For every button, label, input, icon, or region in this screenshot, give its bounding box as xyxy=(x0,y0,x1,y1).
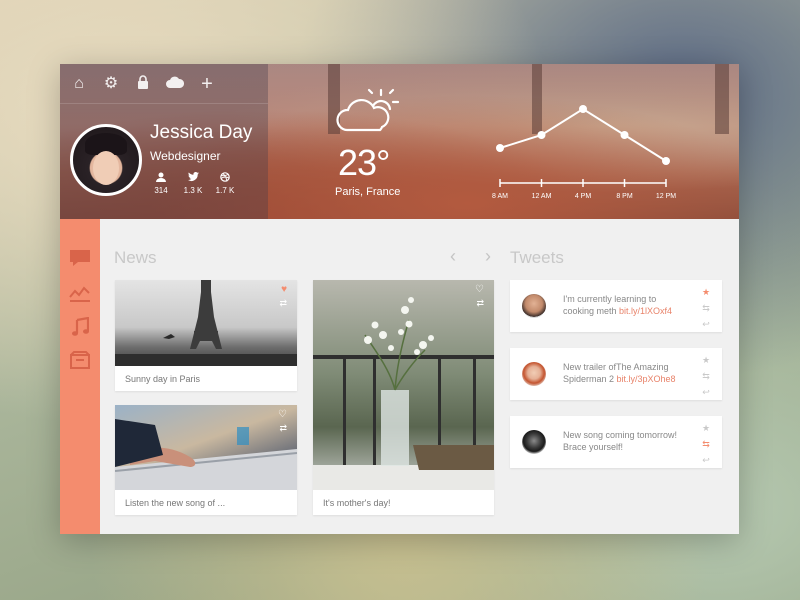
stat-value: 1.7 K xyxy=(215,186,235,195)
share-icon[interactable]: ⇄ xyxy=(279,423,287,434)
chart-point xyxy=(579,105,587,113)
tweet-card[interactable]: I'm currently learning to cooking meth b… xyxy=(510,280,722,332)
music-icon[interactable] xyxy=(60,316,100,342)
heart-icon[interactable]: ♡ xyxy=(475,284,484,295)
chart-series-line xyxy=(499,107,667,162)
share-icon[interactable]: ⇄ xyxy=(476,298,484,309)
stat-value: 1.3 K xyxy=(183,186,203,195)
tweet-card[interactable]: New song coming tomorrow! Brace yourself… xyxy=(510,416,722,468)
tweet-text: New song coming tomorrow! Brace yourself… xyxy=(563,430,678,452)
cloud-icon[interactable] xyxy=(166,76,185,92)
top-nav: ⌂ ⚙ + xyxy=(60,64,268,104)
retweet-icon[interactable]: ⇆ xyxy=(700,368,712,384)
tweet-actions: ★ ⇆ ↩ xyxy=(700,420,712,468)
twitter-icon xyxy=(182,172,204,184)
partly-cloudy-icon xyxy=(336,88,399,132)
star-icon[interactable]: ★ xyxy=(700,352,712,368)
dashboard-window: ⌂ ⚙ + Jessica Day Webdesigner 314 1.3 K … xyxy=(60,64,739,534)
home-icon[interactable]: ⌂ xyxy=(70,75,88,92)
heart-icon[interactable]: ♡ xyxy=(278,409,287,420)
tweet-link[interactable]: bit.ly/1lXOxf4 xyxy=(619,306,672,316)
user-icon xyxy=(150,172,172,184)
tweet-actions: ★ ⇆ ↩ xyxy=(700,284,712,332)
news-card[interactable]: ♥ ⇄ Sunny day in Paris xyxy=(115,280,297,391)
twitter-stat[interactable]: 1.3 K xyxy=(182,172,204,195)
profile-role: Webdesigner xyxy=(150,149,221,163)
profile-stats: 314 1.3 K 1.7 K xyxy=(150,172,236,195)
background-tree xyxy=(715,64,729,134)
avatar[interactable] xyxy=(70,124,142,196)
tweet-avatar[interactable] xyxy=(522,430,546,454)
reply-icon[interactable]: ↩ xyxy=(700,452,712,468)
dribbble-stat[interactable]: 1.7 K xyxy=(214,172,236,195)
chart-point xyxy=(496,144,504,152)
chat-icon[interactable] xyxy=(60,249,100,272)
news-card[interactable]: ♡ ⇄ It's mother's day! xyxy=(313,280,494,515)
news-photo xyxy=(115,405,297,490)
tweet-text: New trailer ofThe Amazing Spiderman 2 bi… xyxy=(563,362,676,384)
news-card[interactable]: ♡ ⇄ Listen the new song of ... xyxy=(115,405,297,515)
plus-icon[interactable]: + xyxy=(198,74,216,94)
lock-icon[interactable] xyxy=(134,74,152,93)
star-icon[interactable]: ★ xyxy=(700,284,712,300)
news-photo xyxy=(115,280,297,366)
gear-icon[interactable]: ⚙ xyxy=(102,75,120,92)
news-photo xyxy=(313,280,494,490)
reply-icon[interactable]: ↩ xyxy=(700,316,712,332)
chart-tick-label: 12 PM xyxy=(656,193,676,200)
stat-value: 314 xyxy=(154,186,168,195)
inbox-icon[interactable] xyxy=(60,351,100,374)
retweet-icon[interactable]: ⇆ xyxy=(700,300,712,316)
next-arrow-button[interactable]: › xyxy=(485,246,491,267)
sidebar xyxy=(60,219,100,534)
tweet-text: I'm currently learning to cooking meth b… xyxy=(563,294,673,316)
reply-icon[interactable]: ↩ xyxy=(700,384,712,400)
profile-panel: ⌂ ⚙ + Jessica Day Webdesigner 314 1.3 K … xyxy=(60,64,268,219)
activity-icon[interactable] xyxy=(60,284,100,307)
tweet-card[interactable]: New trailer ofThe Amazing Spiderman 2 bi… xyxy=(510,348,722,400)
tweet-avatar[interactable] xyxy=(522,294,546,318)
news-caption: It's mother's day! xyxy=(323,498,391,508)
chart-point xyxy=(537,131,546,139)
news-caption: Sunny day in Paris xyxy=(125,374,201,384)
dribbble-icon xyxy=(214,172,236,184)
profile-name: Jessica Day xyxy=(150,122,253,143)
header-banner: ⌂ ⚙ + Jessica Day Webdesigner 314 1.3 K … xyxy=(60,64,739,219)
prev-arrow-button[interactable]: ‹ xyxy=(450,246,456,267)
news-caption: Listen the new song of ... xyxy=(125,498,226,508)
chart-tick-label: 4 PM xyxy=(575,193,592,200)
news-title: News xyxy=(114,248,157,267)
chart-tick-label: 12 AM xyxy=(532,193,552,200)
chart-point xyxy=(620,131,629,139)
share-icon[interactable]: ⇄ xyxy=(279,298,287,309)
location: Paris, France xyxy=(335,186,401,198)
temperature: 23° xyxy=(338,142,390,183)
followers-stat[interactable]: 314 xyxy=(150,172,172,195)
chart-point xyxy=(662,157,670,165)
tweet-link[interactable]: bit.ly/3pXOhe8 xyxy=(617,374,676,384)
tweet-actions: ★ ⇆ ↩ xyxy=(700,352,712,400)
tweet-avatar[interactable] xyxy=(522,362,546,386)
tweets-title: Tweets xyxy=(510,248,564,267)
retweet-icon[interactable]: ⇆ xyxy=(700,436,712,452)
heart-icon[interactable]: ♥ xyxy=(281,284,287,295)
chart-tick-label: 8 PM xyxy=(616,193,633,200)
star-icon[interactable]: ★ xyxy=(700,420,712,436)
temperature-chart: 8 AM 12 AM 4 PM 8 PM 12 PM xyxy=(492,105,676,200)
chart-tick-label: 8 AM xyxy=(492,193,508,200)
